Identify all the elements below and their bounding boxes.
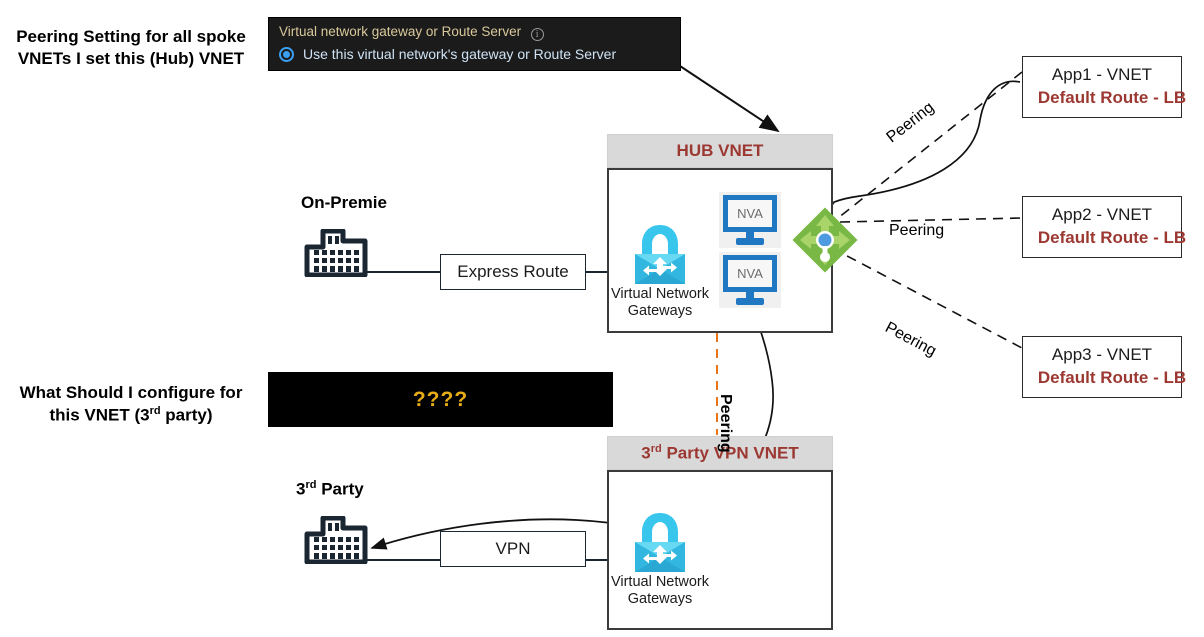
third-party-site-ordinal: rd	[305, 479, 317, 491]
vpn-label: VPN	[495, 539, 531, 558]
hub-gateway-caption-line2: Gateways	[627, 302, 693, 319]
portal-setting-label-row: Virtual network gateway or Route Server …	[279, 23, 670, 41]
peering-label-hub-to-third: Peering	[717, 394, 734, 453]
hub-peering-note-line2: VNETs I set this (Hub) VNET	[17, 49, 245, 69]
app1-vnet-box: App1 - VNET Default Route - LB	[1022, 56, 1186, 118]
hub-peering-note: Peering Setting for all spoke VNETs I se…	[6, 26, 256, 71]
nva-2-label: NVA	[737, 266, 763, 281]
office-building-icon	[304, 229, 368, 277]
nva-monitor-icon: NVA	[719, 192, 781, 248]
third-party-vnet-title-pre: 3	[641, 443, 651, 463]
app3-vnet-name: App3 - VNET	[1051, 345, 1153, 364]
app1-vnet-name: App1 - VNET	[1051, 65, 1153, 84]
gateway-radio-option[interactable]: Use this virtual network's gateway or Ro…	[279, 46, 670, 62]
third-party-note-line2: this VNET (3rd party)	[6, 404, 256, 427]
nva-1-label: NVA	[737, 206, 763, 221]
on-premise-label: On-Premie	[301, 192, 411, 214]
express-route-label: Express Route	[457, 262, 569, 281]
peering-label-app1: Peering	[883, 98, 938, 147]
radio-dot	[283, 50, 290, 58]
load-balancer-icon	[792, 207, 858, 273]
hub-vnet-title: HUB VNET	[676, 141, 764, 160]
virtual-network-gateway-icon	[635, 513, 685, 572]
app2-vnet-route: Default Route - LB	[1037, 228, 1187, 247]
third-party-gateway-caption-line2: Gateways	[627, 590, 693, 607]
virtual-network-gateway-icon	[635, 225, 685, 284]
on-premise-label-text: On-Premie	[301, 193, 387, 212]
third-party-note-ordinal: rd	[149, 405, 161, 418]
info-icon[interactable]: i	[530, 28, 544, 41]
portal-peering-setting-panel: Virtual network gateway or Route Server …	[268, 17, 681, 71]
third-party-gateway-caption: Virtual Network Gateways	[604, 574, 716, 607]
portal-setting-label: Virtual network gateway or Route Server	[279, 24, 522, 39]
third-party-site-label: 3rd Party	[296, 478, 416, 501]
third-party-question-note: What Should I configure for this VNET (3…	[6, 382, 256, 428]
third-party-vnet-title-ordinal: rd	[650, 442, 662, 455]
office-building-icon	[304, 516, 368, 564]
radio-button-selected[interactable]	[279, 46, 294, 62]
gateway-radio-label: Use this virtual network's gateway or Ro…	[303, 46, 617, 62]
express-route-box: Express Route	[440, 254, 586, 290]
arrow-setting-to-hub	[679, 65, 780, 133]
vpn-box: VPN	[440, 531, 586, 567]
unknown-config-value: ????	[412, 387, 469, 411]
hub-gateway-caption: Virtual Network Gateways	[604, 286, 716, 319]
peering-label-app3: Peering	[882, 319, 939, 360]
app2-vnet-box: App2 - VNET Default Route - LB	[1022, 196, 1186, 258]
route-curve-app1-to-lb	[818, 80, 1021, 214]
hub-vnet-header: HUB VNET	[607, 134, 833, 168]
hub-peering-note-line1: Peering Setting for all spoke	[16, 27, 246, 46]
third-party-gateway-caption-line1: Virtual Network	[610, 574, 710, 590]
third-party-site-post: Party	[316, 479, 364, 499]
unknown-config-box: ????	[268, 372, 613, 427]
third-party-note-line2-post: party)	[160, 406, 213, 426]
hub-gateway-caption-line1: Virtual Network	[610, 286, 710, 302]
peering-label-app2: Peering	[889, 222, 945, 239]
third-party-note-line2-pre: this VNET (3	[49, 406, 150, 426]
third-party-note-line1: What Should I configure for	[19, 383, 243, 402]
app1-vnet-route: Default Route - LB	[1037, 88, 1187, 107]
app3-vnet-route: Default Route - LB	[1037, 368, 1187, 387]
nva-monitor-icon: NVA	[719, 252, 781, 308]
app2-vnet-name: App2 - VNET	[1051, 205, 1153, 224]
diagram-canvas: Peering Setting for all spoke VNETs I se…	[0, 0, 1204, 637]
app3-vnet-box: App3 - VNET Default Route - LB	[1022, 336, 1186, 398]
